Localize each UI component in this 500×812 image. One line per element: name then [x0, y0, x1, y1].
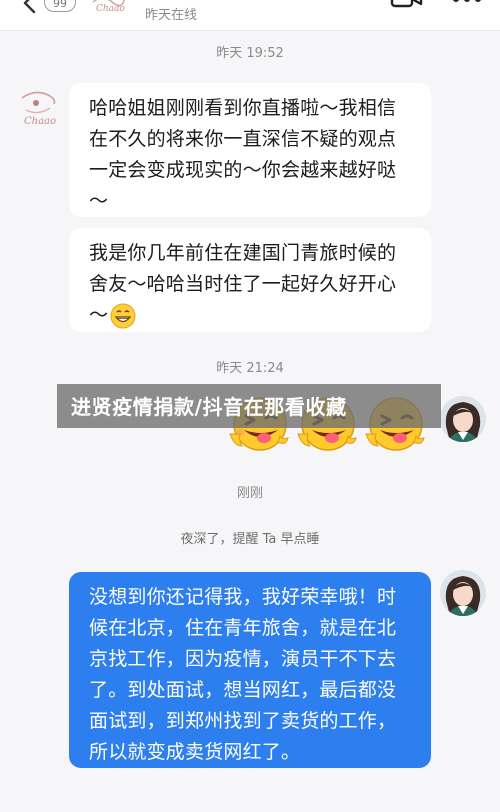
message-line: 没想到你还记得我，我好荣幸哦！时 [89, 586, 397, 608]
back-arrow-icon[interactable] [20, 0, 42, 14]
message-line: 一定会变成现实的～你会越来越好哒 [89, 159, 397, 181]
message-line: 在不久的将来你一直深信不疑的观点 [89, 128, 397, 150]
message-line: 舍友～哈哈当时住了一起好久好开心 [89, 273, 397, 295]
video-call-icon[interactable] [390, 0, 424, 10]
message-text: ～ [89, 304, 109, 326]
message-bubble-outgoing[interactable]: 没想到你还记得我，我好荣幸哦！时 候在北京，住在青年旅舍，就是在北 京找工作，因… [69, 572, 431, 768]
grin-emoji-icon [110, 303, 136, 328]
timestamp: 刚刚 [236, 486, 263, 501]
message-line: 京找工作，因为疫情，演员干不下去 [89, 648, 397, 670]
message-bubble-incoming[interactable]: 哈哈姐姐刚刚看到你直播啦～我相信 在不久的将来你一直深信不疑的观点 一定会变成现… [69, 83, 431, 217]
my-avatar[interactable] [440, 396, 486, 442]
overlay-caption: 进贤疫情捐款/抖音在那看收藏 [71, 395, 347, 419]
timestamp: 昨天 19:52 [216, 46, 284, 61]
my-avatar[interactable] [440, 570, 486, 616]
timestamp: 昨天 21:24 [216, 361, 284, 376]
svg-text:Chaao: Chaao [96, 4, 125, 14]
message-bubble-incoming[interactable]: 我是你几年前住在建国门青旅时候的 舍友～哈哈当时住了一起好久好开心 ～ [69, 228, 431, 332]
contact-avatar[interactable]: Chaao [16, 86, 60, 130]
message-line: 哈哈姐姐刚刚看到你直播啦～我相信 [89, 97, 397, 119]
message-line: 候在北京，住在青年旅舍，就是在北 [89, 617, 397, 639]
message-line: ～ [89, 300, 411, 331]
message-line: 我是你几年前住在建国门青旅时候的 [89, 242, 397, 264]
caption-overlay: 进贤疫情捐款/抖音在那看收藏 [57, 384, 441, 428]
message-line: 了。到处面试，想当网红，最后都没 [89, 679, 397, 701]
unread-count-badge[interactable]: 99 [44, 0, 76, 12]
svg-text:Chaao: Chaao [24, 116, 56, 127]
message-line: ～ [89, 190, 109, 212]
contact-avatar-logo[interactable]: Chaao [90, 0, 128, 14]
more-icon[interactable] [452, 0, 482, 4]
chat-header: 99 Chaao 昨天在线 [0, 0, 500, 31]
message-line: 所以就变成卖货网红了。 [89, 741, 301, 763]
contact-status: 昨天在线 [145, 8, 198, 23]
reminder-hint: 夜深了，提醒 Ta 早点睡 [180, 532, 320, 547]
message-line: 面试到，到郑州找到了卖货的工作， [89, 710, 397, 732]
